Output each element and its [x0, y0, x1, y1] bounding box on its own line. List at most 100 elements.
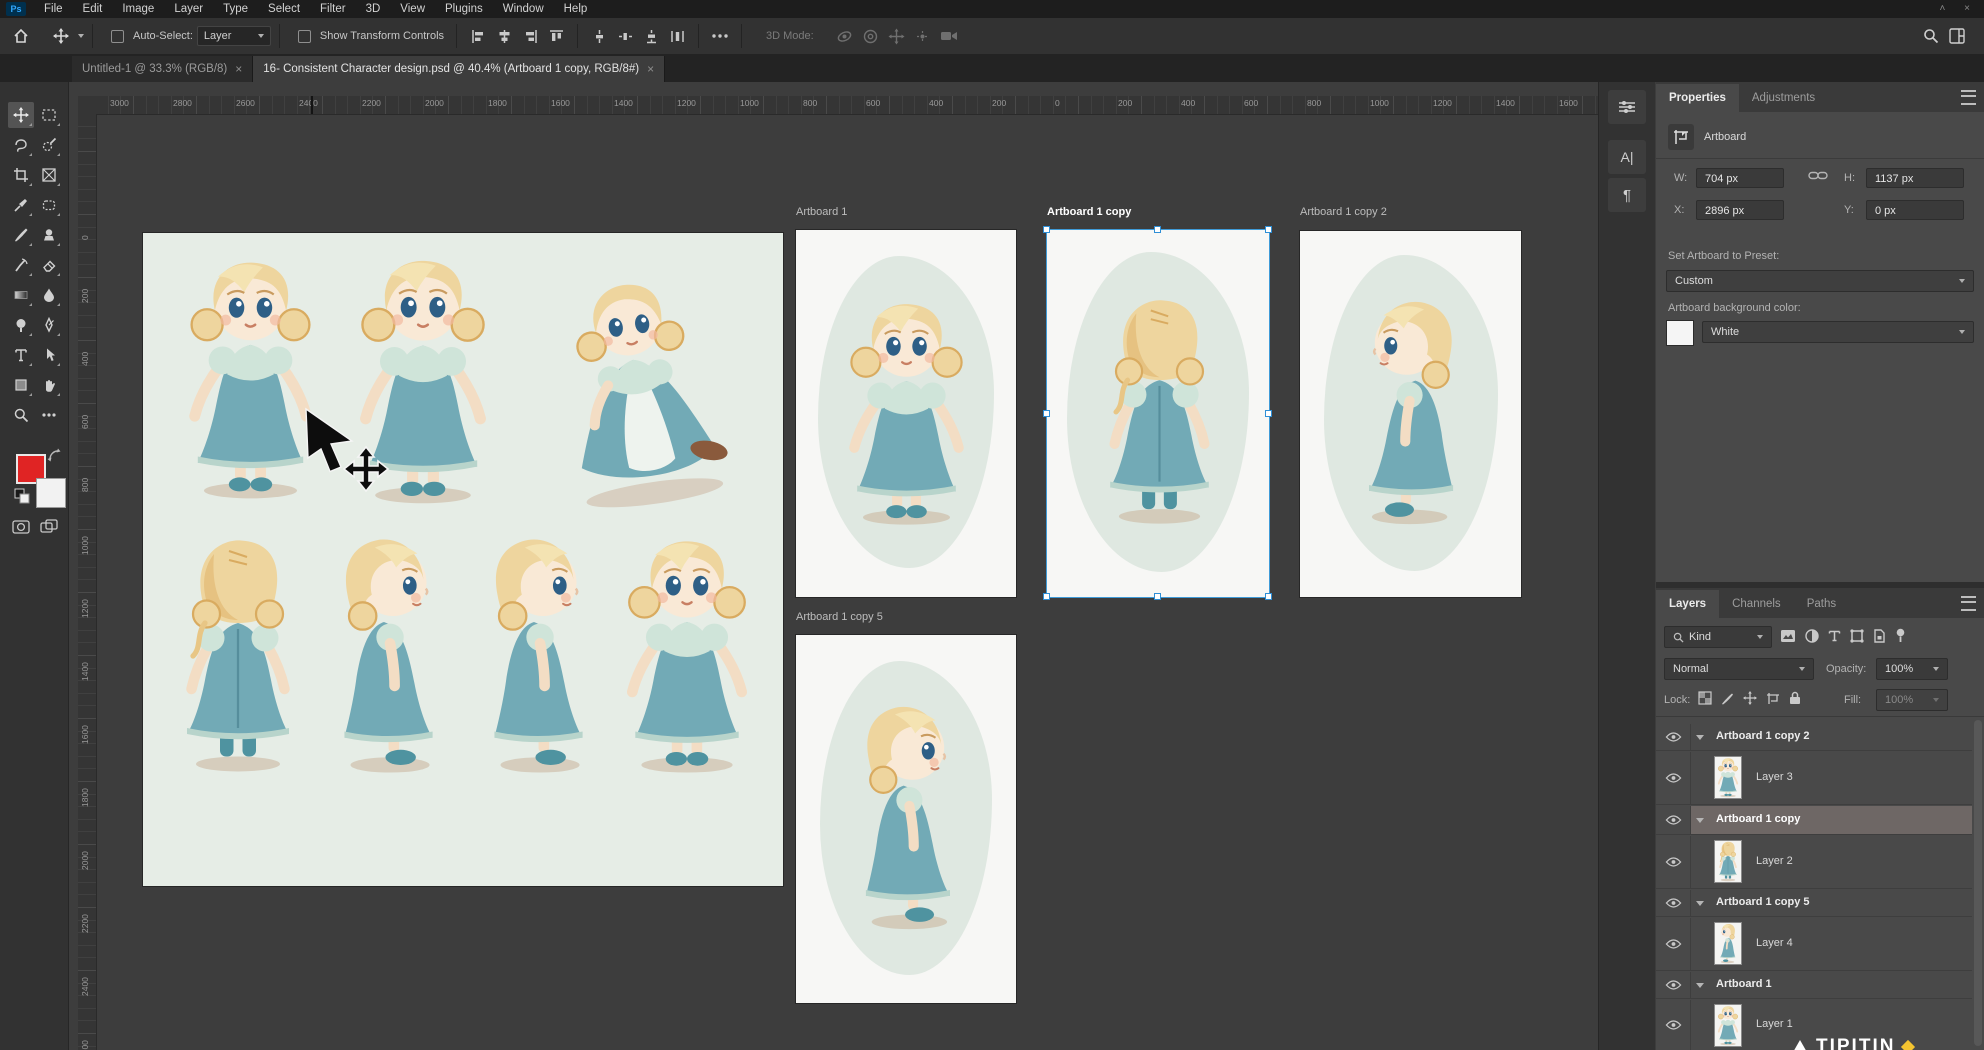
default-colors-icon[interactable] [14, 488, 30, 507]
visibility-toggle[interactable] [1656, 836, 1691, 888]
gradient-tool[interactable] [8, 282, 34, 308]
search-icon[interactable] [1918, 23, 1944, 49]
selection-handle[interactable] [1265, 226, 1272, 233]
home-icon[interactable] [8, 23, 34, 49]
eraser-tool[interactable] [36, 252, 62, 278]
layer-thumbnail[interactable] [1714, 1004, 1742, 1047]
brush-settings-panel-icon[interactable] [1608, 90, 1646, 124]
selection-handle[interactable] [1154, 593, 1161, 600]
layer-thumbnail[interactable] [1714, 756, 1742, 799]
opacity-field[interactable]: 100% [1876, 658, 1948, 680]
artboard-1[interactable] [796, 230, 1016, 597]
panel-menu-icon[interactable] [1961, 596, 1976, 611]
artboard-reference-sheet[interactable] [143, 233, 783, 886]
tab-properties[interactable]: Properties [1656, 84, 1739, 112]
visibility-toggle[interactable] [1656, 972, 1691, 998]
distribute-horizontal-icon[interactable] [612, 23, 638, 49]
artboard-1-copy-2[interactable] [1300, 231, 1521, 597]
distribute-top-icon[interactable] [586, 23, 612, 49]
hand-tool[interactable] [36, 372, 62, 398]
filter-type-layers-icon[interactable] [1828, 629, 1841, 642]
blur-tool[interactable] [36, 282, 62, 308]
menu-3d[interactable]: 3D [356, 0, 391, 18]
layer-thumbnail[interactable] [1714, 922, 1742, 965]
menu-select[interactable]: Select [258, 0, 310, 18]
dodge-tool[interactable] [8, 312, 34, 338]
layer-group-row[interactable]: Artboard 1 copy 2 [1656, 724, 1972, 751]
height-field[interactable]: 1137 px [1866, 168, 1964, 188]
workspace-switcher-icon[interactable] [1944, 23, 1970, 49]
tab-channels[interactable]: Channels [1719, 590, 1794, 618]
selection-handle[interactable] [1154, 226, 1161, 233]
visibility-toggle[interactable] [1656, 890, 1691, 916]
chevron-down-icon[interactable] [1696, 818, 1704, 823]
edit-toolbar-icon[interactable] [36, 402, 62, 428]
auto-select-checkbox[interactable] [111, 30, 124, 43]
show-transform-checkbox[interactable] [298, 30, 311, 43]
blend-mode-select[interactable]: Normal [1664, 658, 1814, 680]
y-field[interactable]: 0 px [1866, 200, 1964, 220]
menu-window[interactable]: Window [493, 0, 554, 18]
layer-thumbnail[interactable] [1714, 840, 1742, 883]
selection-handle[interactable] [1043, 593, 1050, 600]
layer-row[interactable]: Layer 2 [1656, 836, 1972, 889]
menu-view[interactable]: View [390, 0, 435, 18]
paragraph-panel-icon[interactable]: ¶ [1608, 178, 1646, 212]
tab-paths[interactable]: Paths [1794, 590, 1849, 618]
chevron-down-icon[interactable] [1696, 735, 1704, 740]
ruler-vertical[interactable]: 0200400600800100012001400160018002000220… [78, 114, 97, 1050]
eyedropper-tool[interactable] [8, 192, 34, 218]
visibility-toggle[interactable] [1656, 752, 1691, 804]
swap-colors-icon[interactable] [47, 448, 61, 465]
photoshop-logo-icon[interactable]: Ps [6, 2, 26, 16]
character-panel-icon[interactable]: A| [1608, 140, 1646, 174]
align-top-icon[interactable] [543, 23, 569, 49]
selection-handle[interactable] [1043, 226, 1050, 233]
tab-layers[interactable]: Layers [1656, 590, 1719, 618]
history-brush-tool[interactable] [8, 252, 34, 278]
artboard-label[interactable]: Artboard 1 copy 2 [1300, 206, 1387, 218]
link-dimensions-icon[interactable] [1808, 170, 1828, 184]
visibility-toggle[interactable] [1656, 918, 1691, 970]
visibility-toggle[interactable] [1656, 724, 1691, 750]
background-color-swatch[interactable] [36, 478, 66, 508]
menu-file[interactable]: File [34, 0, 73, 18]
lock-pixels-icon[interactable] [1721, 692, 1734, 705]
align-right-icon[interactable] [517, 23, 543, 49]
visibility-toggle[interactable] [1656, 1000, 1691, 1050]
menu-filter[interactable]: Filter [310, 0, 356, 18]
x-field[interactable]: 2896 px [1696, 200, 1784, 220]
artboard-bg-swatch[interactable] [1666, 320, 1694, 346]
quick-selection-tool[interactable] [36, 132, 62, 158]
screen-mode-icon[interactable] [36, 514, 62, 540]
brush-tool[interactable] [8, 222, 34, 248]
selection-handle[interactable] [1265, 593, 1272, 600]
filter-adjustment-layers-icon[interactable] [1805, 629, 1819, 643]
layer-row[interactable]: Layer 3 [1656, 752, 1972, 805]
filter-pin-icon[interactable] [1895, 628, 1906, 643]
artboard-1-copy[interactable] [1047, 230, 1269, 597]
align-left-icon[interactable] [465, 23, 491, 49]
rectangle-tool[interactable] [8, 372, 34, 398]
chevron-down-icon[interactable] [78, 34, 84, 38]
filter-shape-layers-icon[interactable] [1850, 629, 1864, 643]
menu-image[interactable]: Image [112, 0, 164, 18]
type-tool[interactable] [8, 342, 34, 368]
marquee-tool[interactable] [36, 102, 62, 128]
lock-all-icon[interactable] [1789, 691, 1801, 705]
filter-smart-objects-icon[interactable] [1873, 629, 1886, 643]
layer-group-row[interactable]: Artboard 1 copy 5 [1656, 890, 1972, 917]
ruler-horizontal[interactable]: 3000280026002400220020001800160014001200… [96, 96, 1598, 115]
menu-help[interactable]: Help [554, 0, 598, 18]
close-icon[interactable]: × [235, 62, 242, 76]
layer-group-row[interactable]: Artboard 1 [1656, 972, 1972, 999]
distribute-vertical-icon[interactable] [664, 23, 690, 49]
chevron-down-icon[interactable] [1696, 901, 1704, 906]
menu-type[interactable]: Type [213, 0, 258, 18]
tab-character-design[interactable]: 16- Consistent Character design.psd @ 40… [253, 56, 665, 82]
auto-select-target-dropdown[interactable]: Layer [197, 26, 271, 46]
artboard-1-copy-5[interactable] [796, 635, 1016, 1003]
clone-stamp-tool[interactable] [36, 222, 62, 248]
lock-position-icon[interactable] [1743, 691, 1757, 705]
lasso-tool[interactable] [8, 132, 34, 158]
